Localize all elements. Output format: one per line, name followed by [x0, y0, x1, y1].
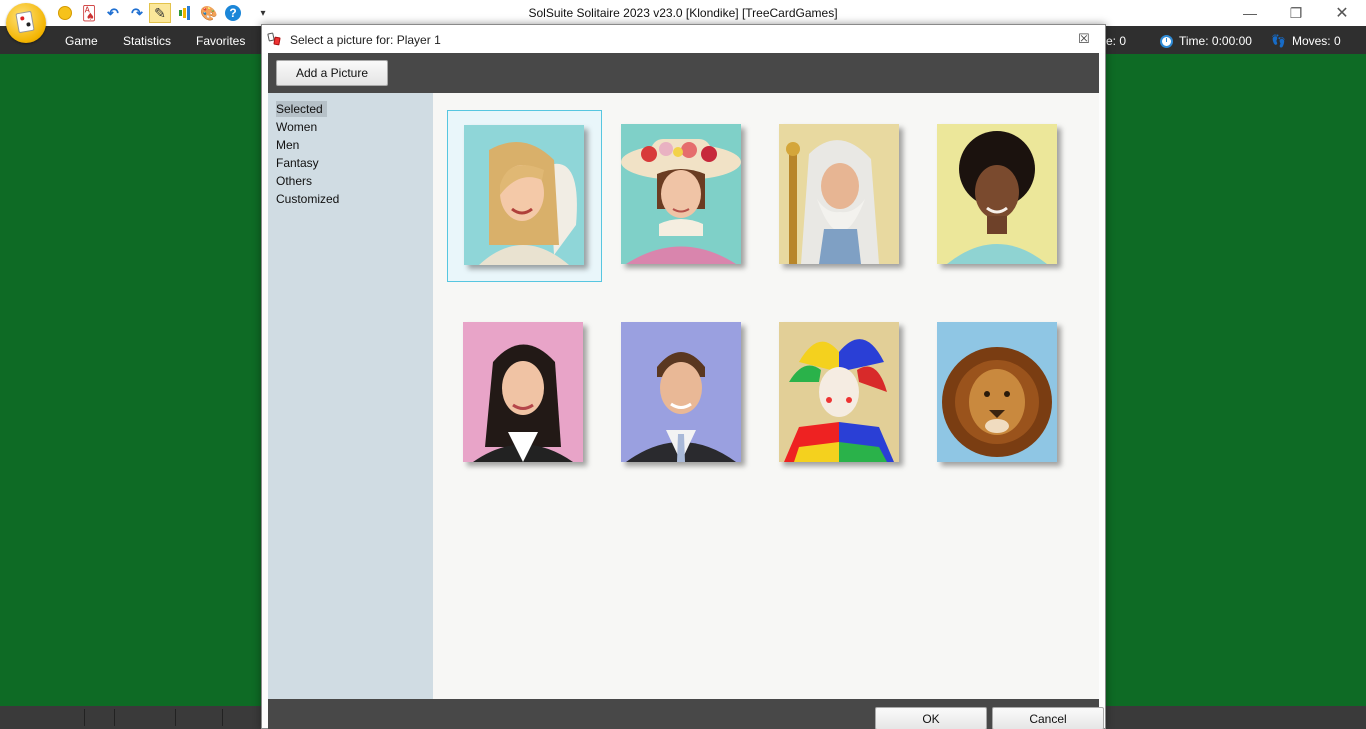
picture-grid — [433, 93, 1099, 699]
businessman-portrait — [621, 322, 741, 462]
time-label: Time: 0:00:00 — [1179, 34, 1252, 48]
picture-tile-jester[interactable] — [763, 308, 918, 480]
picture-tile-angel-woman[interactable] — [447, 110, 602, 282]
score-status: e: 0 — [1106, 34, 1126, 48]
dialog-title-bar: Select a picture for: Player 1 ☒ — [262, 25, 1105, 53]
category-fantasy[interactable]: Fantasy — [276, 155, 319, 171]
menu-statistics[interactable]: Statistics — [123, 34, 171, 48]
clock-icon — [1160, 34, 1173, 48]
window-title: SolSuite Solitaire 2023 v23.0 [Klondike]… — [528, 6, 838, 20]
wizard-old-man-portrait — [779, 124, 899, 264]
dialog-toolbar: Add a Picture — [268, 53, 1099, 93]
category-women[interactable]: Women — [276, 119, 317, 135]
ok-button[interactable]: OK — [875, 707, 987, 729]
footsteps-icon: 👣 — [1271, 34, 1286, 48]
category-men[interactable]: Men — [276, 137, 299, 153]
time-status: Time: 0:00:00 — [1160, 34, 1252, 48]
picture-tile-lady-in-hat[interactable] — [605, 110, 760, 282]
category-customized[interactable]: Customized — [276, 191, 339, 207]
dialog-title: Select a picture for: Player 1 — [290, 33, 441, 47]
picture-tile-lion[interactable] — [921, 308, 1076, 480]
close-window-button[interactable]: ✕ — [1319, 0, 1365, 26]
category-others[interactable]: Others — [276, 173, 312, 189]
lion-portrait — [937, 322, 1057, 462]
lady-in-hat-portrait — [621, 124, 741, 264]
minimize-button[interactable]: — — [1227, 0, 1273, 26]
category-selected[interactable]: Selected — [276, 101, 327, 117]
picture-tile-wizard[interactable] — [763, 110, 918, 282]
menu-game[interactable]: Game — [65, 34, 98, 48]
picture-tile-curly-hair-woman[interactable] — [921, 110, 1076, 282]
picture-select-dialog: Select a picture for: Player 1 ☒ Add a P… — [261, 24, 1106, 729]
menu-favorites[interactable]: Favorites — [196, 34, 245, 48]
jester-portrait — [779, 322, 899, 462]
curly-hair-woman-portrait — [937, 124, 1057, 264]
angel-woman-portrait — [464, 125, 584, 265]
dialog-footer: OK Cancel — [268, 699, 1104, 729]
score-label: e: 0 — [1106, 34, 1127, 48]
cancel-button[interactable]: Cancel — [992, 707, 1104, 729]
restore-button[interactable]: ❐ — [1273, 0, 1319, 26]
category-list: Selected Women Men Fantasy Others Custom… — [268, 93, 433, 699]
moves-status: 👣 Moves: 0 — [1271, 34, 1341, 48]
picture-tile-businesswoman[interactable] — [447, 308, 602, 480]
add-picture-button[interactable]: Add a Picture — [276, 60, 388, 86]
cards-icon — [267, 32, 282, 47]
picture-tile-businessman[interactable] — [605, 308, 760, 480]
app-logo-icon[interactable] — [6, 3, 46, 43]
title-bar: 🂡 ↶ ↷ ✎ 🎨 ? ▾ SolSuite Solitaire 2023 v2… — [0, 0, 1366, 43]
moves-label: Moves: 0 — [1291, 34, 1341, 48]
dialog-close-icon[interactable]: ☒ — [1077, 31, 1091, 46]
businesswoman-portrait — [463, 322, 583, 462]
